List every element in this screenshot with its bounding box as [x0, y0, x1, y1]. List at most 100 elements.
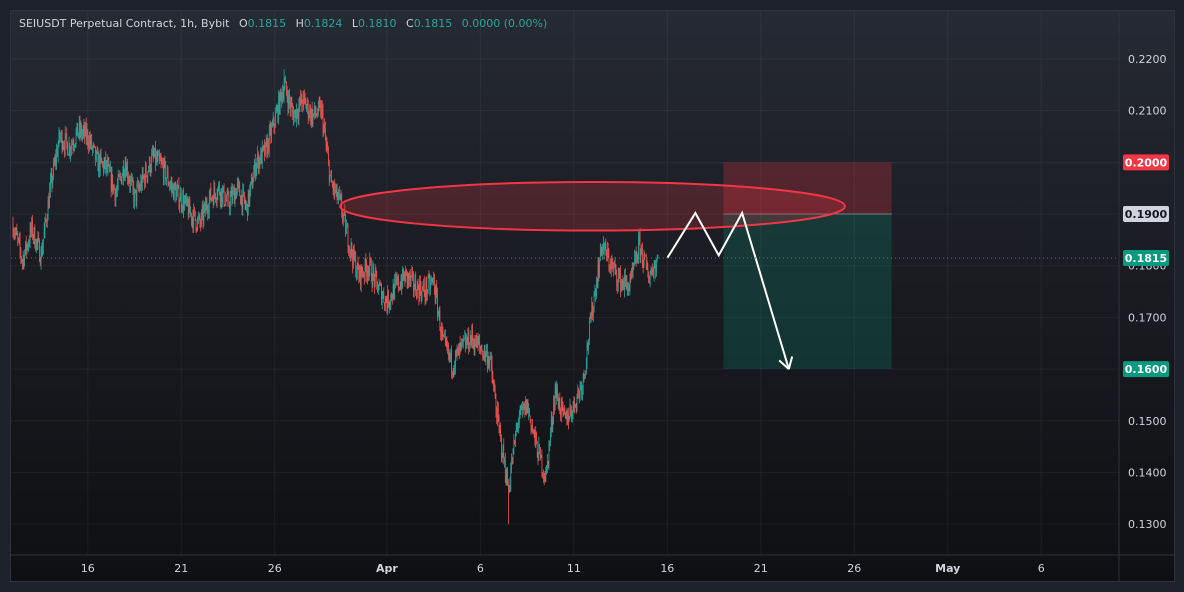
candle-body [318, 101, 319, 115]
candle-body [423, 283, 424, 289]
x-tick-label: 21 [174, 562, 188, 575]
candle-body [256, 161, 258, 168]
candle-body [53, 162, 54, 178]
candle-body [346, 227, 347, 234]
candle-body [596, 283, 597, 297]
price-axis[interactable]: 0.13000.14000.15000.16000.17000.18000.19… [1123, 53, 1169, 531]
candle-body [75, 143, 76, 146]
candle-body [308, 115, 310, 118]
candle-body [93, 144, 95, 146]
candle-body [202, 207, 204, 222]
resistance-ellipse [339, 180, 846, 232]
candle-body [114, 189, 116, 202]
candle-body [303, 93, 304, 107]
candle-body [249, 189, 251, 204]
candle-body [238, 182, 240, 185]
candle-body [326, 144, 328, 149]
candle-body [506, 471, 508, 485]
candle-body [131, 179, 132, 181]
candle-body [611, 262, 613, 263]
candle-body [527, 399, 529, 413]
candle-body [213, 186, 215, 205]
candle-body [68, 154, 69, 156]
candle-body [173, 185, 174, 200]
candle-body [437, 294, 438, 316]
candle-body [438, 313, 439, 316]
candle-body [581, 385, 582, 395]
candle-body [316, 114, 318, 116]
candle-body [103, 162, 104, 172]
candle-body [409, 273, 411, 282]
candle-body [472, 330, 473, 342]
candle-body [603, 248, 605, 253]
candle-body [353, 247, 355, 259]
candle-body [441, 326, 442, 334]
candle-body [205, 202, 207, 211]
candle-body [290, 103, 292, 110]
candle-body [456, 350, 458, 353]
candle-body [40, 250, 42, 265]
candle-body [170, 184, 171, 186]
candle-body [36, 239, 38, 243]
candle-body [129, 181, 131, 186]
candle-body [533, 430, 535, 432]
candle-body [155, 148, 156, 164]
candle-body [72, 143, 74, 147]
candle-body [34, 227, 36, 248]
candle-body [539, 444, 540, 448]
candle-body [163, 164, 164, 180]
candle-body [66, 133, 68, 143]
price-badge-label: 0.1900 [1125, 208, 1168, 221]
candle-body [207, 209, 209, 213]
candle-body [91, 136, 92, 149]
candle-body [331, 174, 332, 183]
candle-body [100, 154, 102, 159]
candle-body [35, 247, 36, 250]
candle-body [246, 203, 247, 206]
candle-body [105, 157, 106, 170]
candle-body [352, 255, 353, 266]
candle-body [561, 400, 563, 403]
candle-body [32, 219, 33, 238]
candle-body [340, 195, 342, 200]
candle-body [439, 310, 441, 331]
candle-body [30, 226, 32, 232]
candle-body [523, 403, 525, 409]
candle-body [583, 374, 585, 376]
candle-body [179, 201, 180, 206]
candle-body [435, 287, 437, 299]
candle-body [329, 174, 331, 182]
candle-body [547, 461, 549, 465]
candle-body [626, 277, 628, 286]
candle-body [388, 291, 389, 307]
candle-body [578, 390, 579, 392]
candle-body [21, 257, 22, 262]
candle-body [483, 347, 485, 355]
candle-body [637, 258, 639, 260]
candle-body [398, 276, 399, 289]
candle-body [251, 177, 253, 189]
candle-body [196, 228, 198, 230]
price-chart[interactable]: 0.13000.14000.15000.16000.17000.18000.19… [11, 11, 1174, 581]
candle-body [360, 266, 361, 285]
time-axis[interactable]: 16 21 26 Apr 6 11 16 21 26 May 6 [81, 562, 1045, 575]
candle-body [487, 350, 488, 367]
candle-body [545, 472, 547, 481]
candle-body [392, 298, 393, 300]
candle-body [188, 200, 190, 217]
candle-body [588, 342, 589, 347]
candle-body [462, 338, 463, 341]
candle-body [92, 147, 93, 149]
candle-body [413, 288, 415, 290]
candle-body [48, 200, 50, 208]
candle-body [60, 132, 62, 137]
candle-body [597, 264, 599, 287]
candle-body [17, 234, 18, 239]
candle-body [166, 177, 167, 181]
candle-body [338, 191, 339, 198]
candle-body [505, 476, 507, 485]
candle-body [410, 275, 412, 282]
candle-body [242, 190, 244, 210]
resistance-zone[interactable] [339, 180, 846, 232]
candle-body [216, 199, 217, 201]
